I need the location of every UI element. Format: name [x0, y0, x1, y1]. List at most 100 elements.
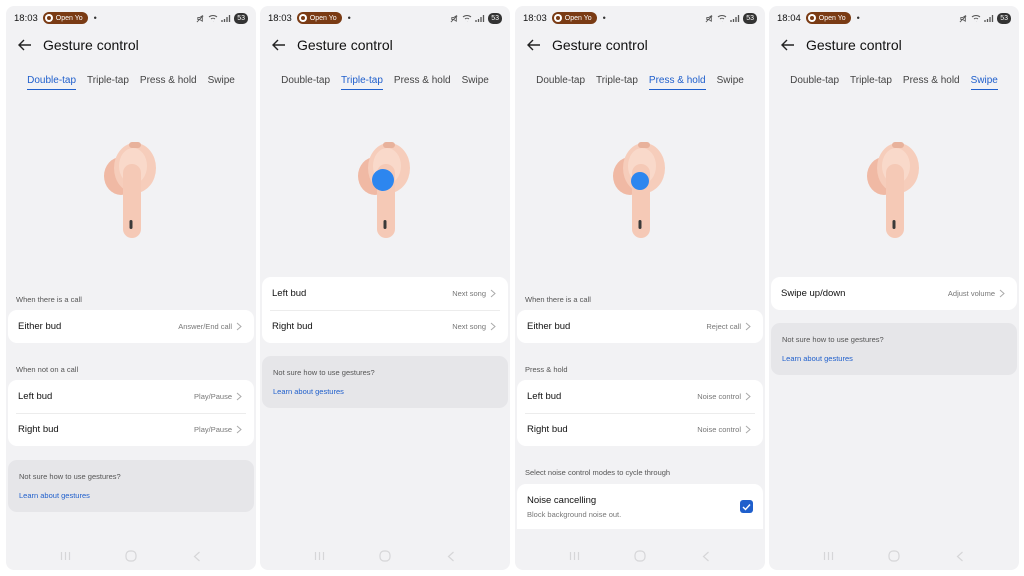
- check-icon: [742, 503, 751, 511]
- row-right-bud[interactable]: Right bud Play/Pause: [8, 413, 254, 446]
- tab-triple-tap[interactable]: Triple-tap: [87, 75, 129, 90]
- home-icon[interactable]: [633, 549, 647, 563]
- chevron-right-icon: [490, 322, 498, 332]
- back-arrow-icon[interactable]: [270, 36, 288, 54]
- press-hold-card: Left bud Noise control Right bud Noise c…: [517, 380, 763, 446]
- chevron-right-icon: [236, 322, 244, 332]
- tab-press-hold[interactable]: Press & hold: [140, 75, 197, 90]
- row-either-bud[interactable]: Either bud Answer/End call: [8, 310, 254, 343]
- tab-double-tap[interactable]: Double-tap: [281, 75, 330, 90]
- no-call-card: Left bud Play/Pause Right bud Play/Pause: [8, 380, 254, 446]
- gesture-tabs: Double-tap Triple-tap Press & hold Swipe: [769, 75, 1019, 90]
- recents-icon[interactable]: [821, 549, 835, 563]
- tab-press-hold[interactable]: Press & hold: [903, 75, 960, 90]
- row-value: Next song: [452, 322, 486, 331]
- learn-about-gestures-link[interactable]: Learn about gestures: [273, 387, 497, 396]
- tab-double-tap[interactable]: Double-tap: [536, 75, 585, 90]
- row-label: Left bud: [527, 391, 562, 402]
- row-label: Noise cancelling: [527, 494, 597, 506]
- system-nav-bar: [260, 548, 510, 564]
- tab-triple-tap[interactable]: Triple-tap: [850, 75, 892, 90]
- earbud-illustration: [613, 142, 665, 238]
- row-left-bud[interactable]: Left bud Play/Pause: [8, 380, 254, 413]
- noise-modes-card: Noise cancelling Block background noise …: [517, 484, 763, 529]
- triple-tap-card: Left bud Next song Right bud Next song: [262, 277, 508, 343]
- row-right-bud[interactable]: Right bud Next song: [262, 310, 508, 343]
- signal-icon: [730, 14, 740, 22]
- back-nav-icon[interactable]: [953, 549, 967, 563]
- row-label: Right bud: [527, 424, 568, 435]
- help-question: Not sure how to use gestures?: [782, 335, 884, 344]
- chevron-right-icon: [745, 425, 753, 435]
- spotify-icon: [553, 14, 562, 22]
- row-left-bud[interactable]: Left bud Noise control: [517, 380, 763, 413]
- notification-dot: •: [93, 13, 97, 23]
- row-sublabel: Block background noise out.: [527, 509, 622, 519]
- back-arrow-icon[interactable]: [525, 36, 543, 54]
- mute-icon: [450, 14, 458, 22]
- row-swipe-up-down[interactable]: Swipe up/down Adjust volume: [771, 277, 1017, 310]
- app-header: Gesture control: [525, 34, 755, 56]
- home-icon[interactable]: [124, 549, 138, 563]
- chevron-right-icon: [745, 322, 753, 332]
- row-value: Answer/End call: [178, 322, 232, 331]
- chevron-right-icon: [236, 425, 244, 435]
- notification-dot: •: [856, 13, 860, 23]
- spotify-icon: [44, 14, 53, 22]
- system-nav-bar: [515, 548, 765, 564]
- row-label: Swipe up/down: [781, 288, 846, 299]
- learn-about-gestures-link[interactable]: Learn about gestures: [782, 354, 1006, 363]
- row-right-bud[interactable]: Right bud Noise control: [517, 413, 763, 446]
- screen-double-tap: 18:03 Open Yo • 53 Gesture control Doubl…: [6, 6, 256, 570]
- back-nav-icon[interactable]: [699, 549, 713, 563]
- spotify-pill[interactable]: Open Yo: [296, 12, 342, 24]
- tab-swipe[interactable]: Swipe: [970, 75, 998, 90]
- row-left-bud[interactable]: Left bud Next song: [262, 277, 508, 310]
- tab-press-hold[interactable]: Press & hold: [394, 75, 451, 90]
- recents-icon[interactable]: [567, 549, 581, 563]
- app-header: Gesture control: [16, 34, 246, 56]
- back-nav-icon[interactable]: [190, 549, 204, 563]
- tab-double-tap[interactable]: Double-tap: [790, 75, 839, 90]
- section-label-no-call: When not on a call: [16, 365, 79, 374]
- tab-triple-tap[interactable]: Triple-tap: [596, 75, 638, 90]
- row-noise-cancelling[interactable]: Noise cancelling Block background noise …: [517, 484, 763, 529]
- gesture-tabs: Double-tap Triple-tap Press & hold Swipe: [515, 75, 765, 90]
- spotify-pill[interactable]: Open Yo: [42, 12, 88, 24]
- back-arrow-icon[interactable]: [16, 36, 34, 54]
- call-card: Either bud Reject call: [517, 310, 763, 343]
- home-icon[interactable]: [887, 549, 901, 563]
- call-card: Either bud Answer/End call: [8, 310, 254, 343]
- back-nav-icon[interactable]: [444, 549, 458, 563]
- spotify-pill[interactable]: Open Yo: [805, 12, 851, 24]
- screen-swipe: 18:04 Open Yo • 53 Gesture control Doubl…: [769, 6, 1019, 570]
- row-label: Right bud: [18, 424, 59, 435]
- page-title: Gesture control: [297, 37, 393, 53]
- page-title: Gesture control: [806, 37, 902, 53]
- screen-press-hold: 18:03 Open Yo • 53 Gesture control Doubl…: [515, 6, 765, 570]
- tab-swipe[interactable]: Swipe: [717, 75, 744, 90]
- battery-icon: 53: [234, 12, 248, 24]
- status-icons: 53: [450, 12, 502, 24]
- noise-cancelling-checkbox[interactable]: [740, 500, 753, 513]
- recents-icon[interactable]: [312, 549, 326, 563]
- recents-icon[interactable]: [58, 549, 72, 563]
- row-label: Right bud: [272, 321, 313, 332]
- spotify-pill[interactable]: Open Yo: [551, 12, 597, 24]
- home-icon[interactable]: [378, 549, 392, 563]
- row-label: Either bud: [18, 321, 62, 332]
- signal-icon: [475, 14, 485, 22]
- tab-double-tap[interactable]: Double-tap: [27, 75, 77, 90]
- wifi-icon: [208, 14, 218, 22]
- help-question: Not sure how to use gestures?: [273, 368, 375, 377]
- gesture-tabs: Double-tap Triple-tap Press & hold Swipe: [6, 75, 256, 90]
- tab-swipe[interactable]: Swipe: [208, 75, 235, 90]
- tab-triple-tap[interactable]: Triple-tap: [341, 75, 383, 90]
- learn-about-gestures-link[interactable]: Learn about gestures: [19, 491, 243, 500]
- row-either-bud[interactable]: Either bud Reject call: [517, 310, 763, 343]
- status-bar: 18:03 Open Yo • 53: [14, 11, 248, 25]
- tab-press-hold[interactable]: Press & hold: [648, 75, 706, 90]
- section-label-call: When there is a call: [16, 295, 82, 304]
- back-arrow-icon[interactable]: [779, 36, 797, 54]
- tab-swipe[interactable]: Swipe: [462, 75, 489, 90]
